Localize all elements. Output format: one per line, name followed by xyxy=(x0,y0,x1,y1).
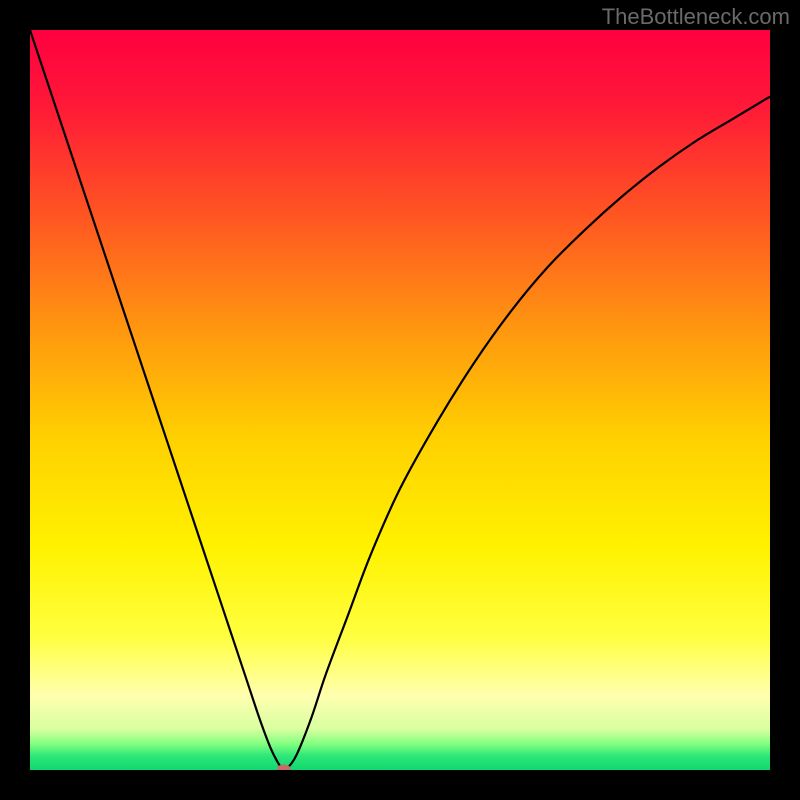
gradient-background xyxy=(30,30,770,770)
watermark-text: TheBottleneck.com xyxy=(602,4,790,30)
plot-area xyxy=(30,30,770,770)
chart-container: TheBottleneck.com xyxy=(0,0,800,800)
chart-svg xyxy=(30,30,770,770)
